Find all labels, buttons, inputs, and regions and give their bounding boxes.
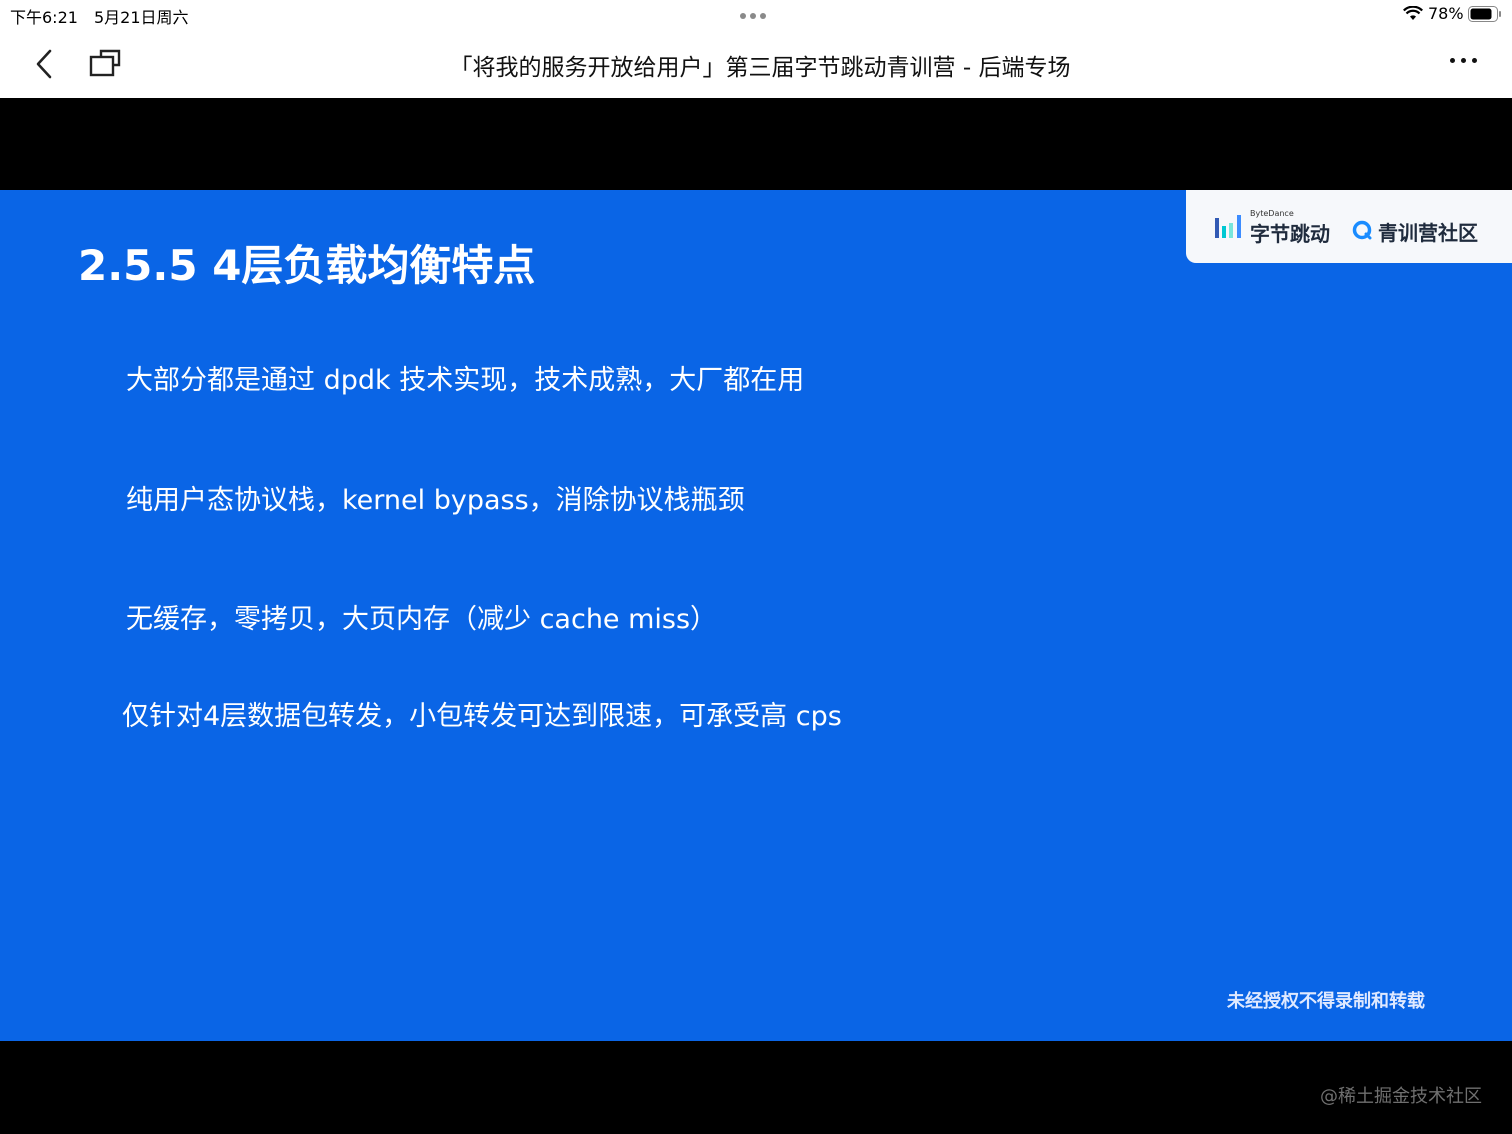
watermark: @稀土掘金技术社区 (1320, 1086, 1482, 1107)
page-title: 「将我的服务开放给用户」第三届字节跳动青训营 - 后端专场 (449, 55, 1071, 81)
slide-bullet: 大部分都是通过 dpdk 技术实现，技术成熟，大厂都在用 (126, 365, 805, 396)
bytedance-logo-subtext: ByteDance (1250, 209, 1294, 218)
slide-bullet: 仅针对4层数据包转发，小包转发可达到限速，可承受高 cps (122, 701, 842, 732)
bytedance-logo-icon (1215, 215, 1241, 238)
back-icon[interactable] (30, 48, 58, 80)
status-bar: 下午6:21 5月21日周六 78% (0, 0, 1512, 28)
multitasking-dots-icon[interactable] (740, 13, 766, 19)
status-date: 5月21日周六 (94, 8, 189, 27)
battery-icon (1468, 6, 1501, 22)
copyright-notice: 未经授权不得录制和转载 (1227, 991, 1425, 1012)
community-logo-icon (1352, 220, 1372, 240)
floating-window-icon[interactable] (88, 48, 122, 80)
video-slide[interactable]: 2.5.5 4层负载均衡特点 大部分都是通过 dpdk 技术实现，技术成熟，大厂… (0, 190, 1512, 1041)
bytedance-logo-text: 字节跳动 (1250, 222, 1330, 246)
logo-panel: ByteDance 字节跳动 青训营社区 (1186, 190, 1512, 263)
navigation-bar: 「将我的服务开放给用户」第三届字节跳动青训营 - 后端专场 (0, 28, 1512, 98)
video-letterbox-bottom (0, 1041, 1512, 1134)
wifi-icon (1403, 6, 1423, 20)
slide-bullet: 无缓存，零拷贝，大页内存（减少 cache miss） (126, 604, 718, 635)
slide-bullet: 纯用户态协议栈，kernel bypass，消除协议栈瓶颈 (126, 485, 745, 516)
community-logo-text: 青训营社区 (1378, 221, 1478, 245)
slide-title: 2.5.5 4层负载均衡特点 (78, 241, 536, 290)
battery-percentage: 78% (1428, 4, 1464, 23)
more-options-icon[interactable] (1450, 58, 1477, 63)
video-letterbox-top (0, 98, 1512, 190)
status-time: 下午6:21 (10, 8, 78, 27)
